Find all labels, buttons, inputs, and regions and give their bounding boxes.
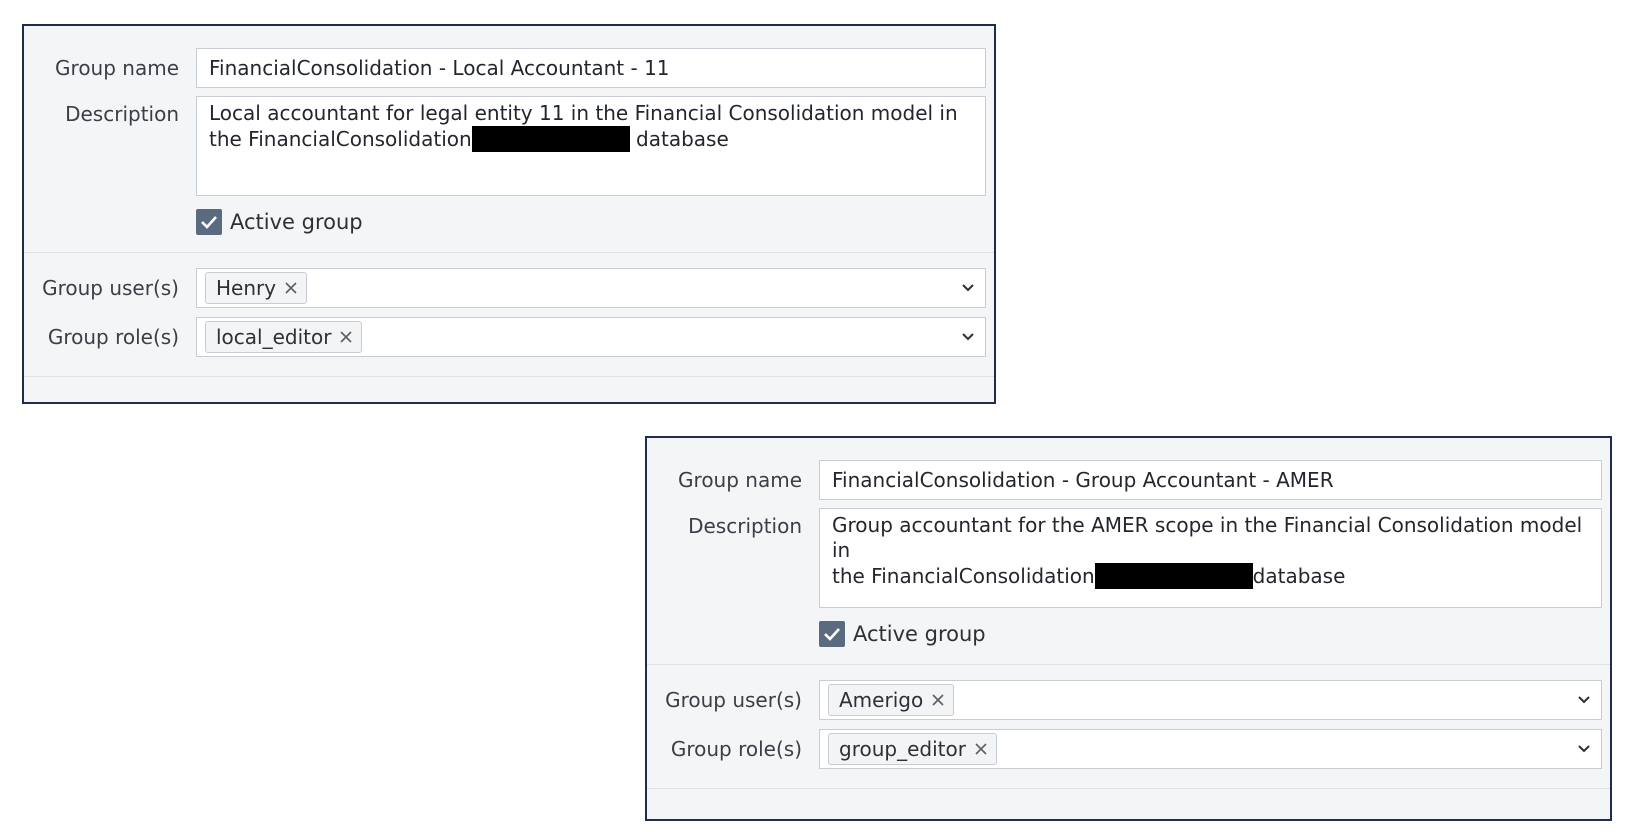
close-icon[interactable] bbox=[284, 281, 298, 295]
user-chip-label: Henry bbox=[216, 276, 277, 300]
active-group-checkbox[interactable] bbox=[819, 621, 845, 647]
active-group-checkbox[interactable] bbox=[196, 209, 222, 235]
active-group-label: Active group bbox=[853, 622, 986, 646]
close-icon[interactable] bbox=[931, 693, 945, 707]
description-label: Description bbox=[65, 102, 179, 126]
section-divider bbox=[24, 376, 994, 377]
group-users-select[interactable]: Henry bbox=[196, 268, 986, 308]
redaction-bar bbox=[1094, 563, 1253, 589]
description-label: Description bbox=[688, 514, 802, 538]
description-line-2-end: database bbox=[1252, 564, 1346, 588]
redaction-bar bbox=[471, 126, 630, 152]
chevron-down-icon[interactable] bbox=[1577, 695, 1591, 705]
check-icon bbox=[824, 628, 840, 641]
group-form-panel-local-accountant: Group name FinancialConsolidation - Loca… bbox=[22, 24, 996, 404]
role-chip: local_editor bbox=[205, 321, 363, 353]
group-name-input[interactable]: FinancialConsolidation - Group Accountan… bbox=[819, 460, 1602, 500]
description-line-2-end: database bbox=[629, 127, 729, 151]
group-roles-label: Group role(s) bbox=[670, 737, 802, 761]
group-roles-select[interactable]: local_editor bbox=[196, 317, 986, 357]
check-icon bbox=[201, 216, 217, 229]
group-form-panel-group-accountant: Group name FinancialConsolidation - Grou… bbox=[645, 436, 1612, 821]
user-chip: Amerigo bbox=[828, 684, 955, 716]
group-roles-select[interactable]: group_editor bbox=[819, 729, 1602, 769]
group-roles-label: Group role(s) bbox=[47, 325, 179, 349]
section-divider bbox=[647, 788, 1610, 789]
description-line-1: Local accountant for legal entity 11 in … bbox=[209, 101, 958, 125]
description-textarea[interactable]: Group accountant for the AMER scope in t… bbox=[819, 508, 1602, 608]
description-textarea[interactable]: Local accountant for legal entity 11 in … bbox=[196, 96, 986, 196]
group-users-select[interactable]: Amerigo bbox=[819, 680, 1602, 720]
section-divider bbox=[24, 252, 994, 253]
close-icon[interactable] bbox=[339, 330, 353, 344]
role-chip: group_editor bbox=[828, 733, 997, 765]
role-chip-label: local_editor bbox=[216, 325, 332, 349]
active-group-toggle[interactable]: Active group bbox=[196, 209, 363, 235]
description-line-1: Group accountant for the AMER scope in t… bbox=[832, 513, 1583, 562]
role-chip-label: group_editor bbox=[839, 737, 966, 761]
description-line-2-start: the FinancialConsolidation bbox=[832, 564, 1095, 588]
group-users-label: Group user(s) bbox=[665, 688, 802, 712]
group-name-label: Group name bbox=[55, 56, 179, 80]
user-chip: Henry bbox=[205, 272, 308, 304]
group-users-label: Group user(s) bbox=[42, 276, 179, 300]
active-group-label: Active group bbox=[230, 210, 363, 234]
group-name-label: Group name bbox=[678, 468, 802, 492]
section-divider bbox=[647, 664, 1610, 665]
description-line-2-start: the FinancialConsolidation bbox=[209, 127, 472, 151]
active-group-toggle[interactable]: Active group bbox=[819, 621, 986, 647]
chevron-down-icon[interactable] bbox=[1577, 744, 1591, 754]
close-icon[interactable] bbox=[974, 742, 988, 756]
chevron-down-icon[interactable] bbox=[961, 283, 975, 293]
user-chip-label: Amerigo bbox=[839, 688, 924, 712]
chevron-down-icon[interactable] bbox=[961, 332, 975, 342]
group-name-input[interactable]: FinancialConsolidation - Local Accountan… bbox=[196, 48, 986, 88]
